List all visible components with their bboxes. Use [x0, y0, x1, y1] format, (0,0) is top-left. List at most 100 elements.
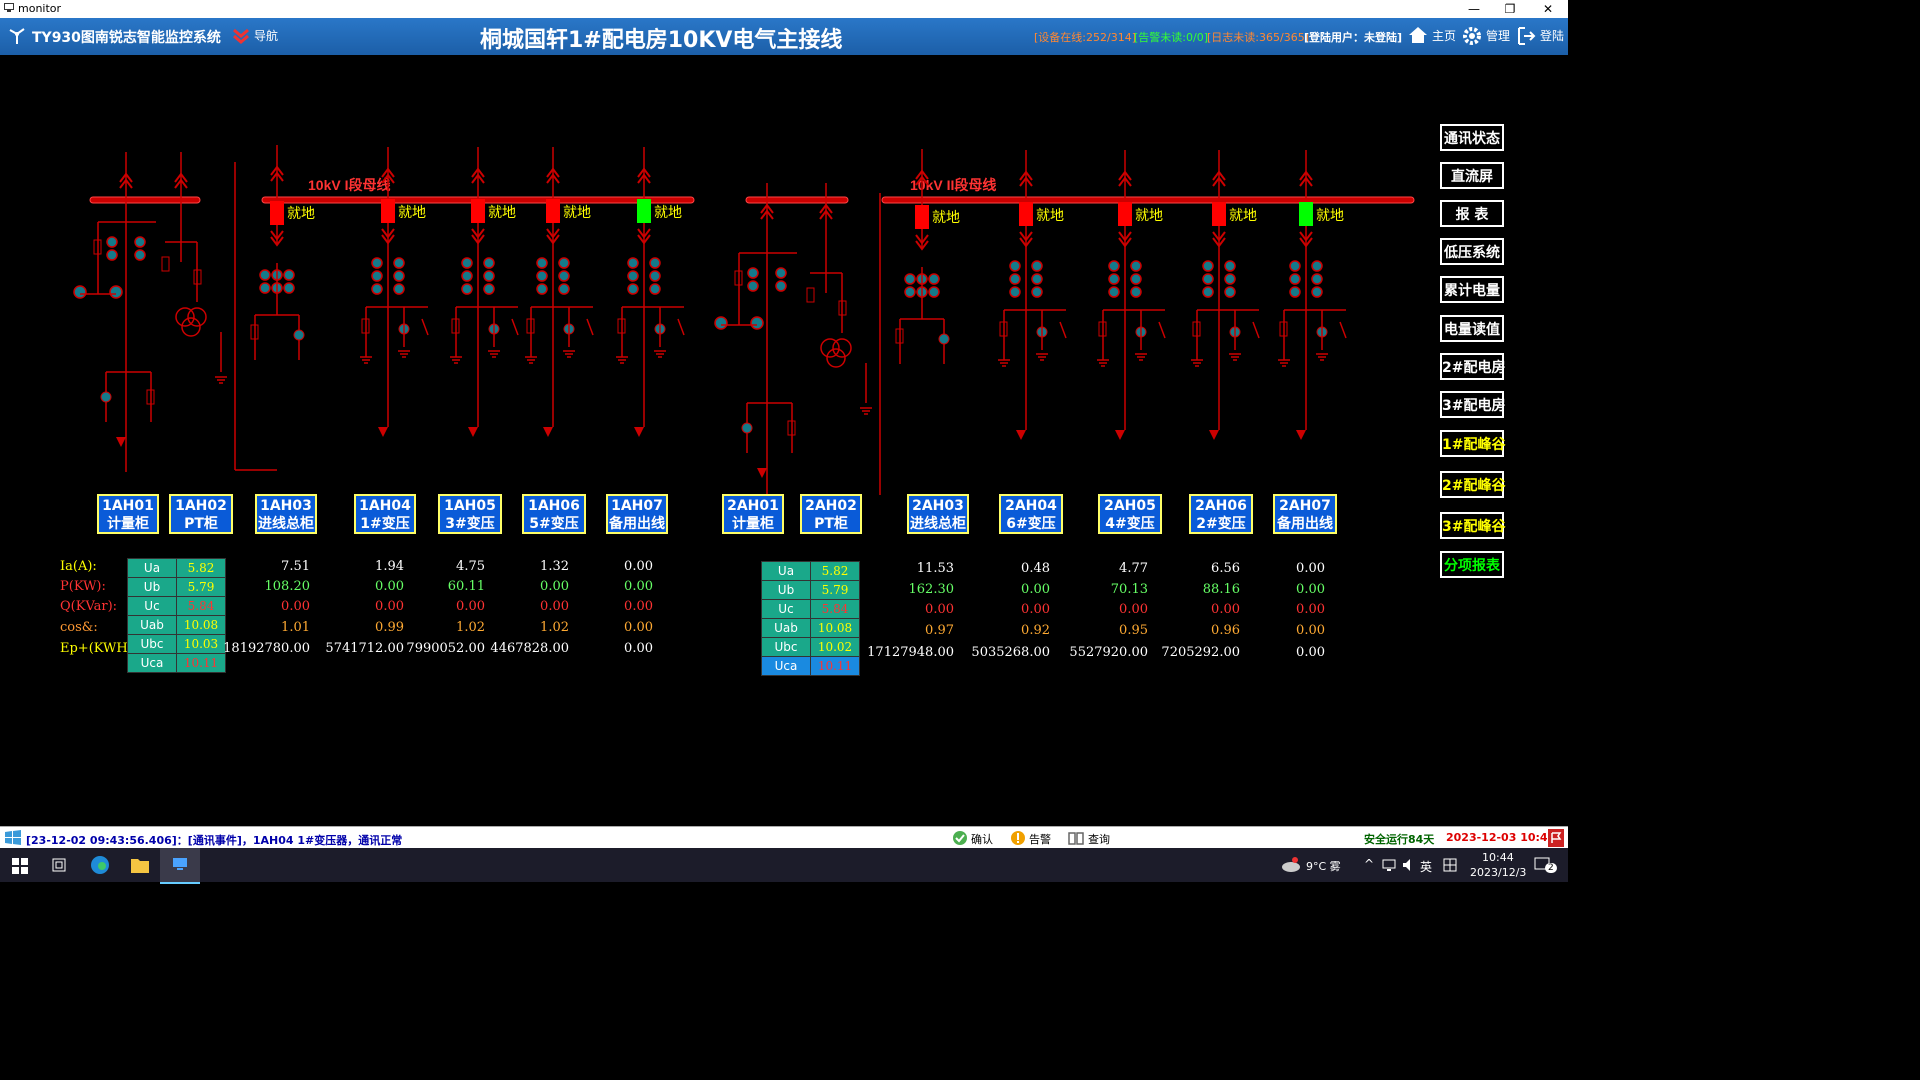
- sidebar-button-5[interactable]: 电量读值: [1440, 315, 1504, 342]
- query-button[interactable]: 查询: [1088, 831, 1110, 847]
- feeder-b1-1[interactable]: 就地: [449, 147, 519, 437]
- measure-p: 108.20: [264, 579, 311, 594]
- cabinet-code: 2AH02: [805, 498, 857, 514]
- feeder-b1-3[interactable]: 就地: [615, 147, 685, 437]
- incoming-feeder-1[interactable]: 就地: [250, 145, 315, 360]
- breaker-switch[interactable]: [1299, 202, 1313, 226]
- nav-chevron-icon[interactable]: [232, 28, 250, 44]
- devices-online-status[interactable]: [设备在线:252/314]: [1034, 29, 1136, 45]
- flag-icon[interactable]: [1548, 829, 1564, 847]
- volume-icon[interactable]: [1402, 858, 1416, 872]
- login-icon[interactable]: [1516, 26, 1536, 46]
- weather-text[interactable]: 9°C 雾: [1306, 858, 1341, 874]
- start-windows-icon[interactable]: [12, 858, 28, 874]
- home-button[interactable]: 主页: [1432, 27, 1456, 44]
- feeder-b2-3[interactable]: 就地: [1277, 150, 1347, 440]
- cabinet-7[interactable]: 2AH01 计量柜: [722, 494, 784, 534]
- minimize-button[interactable]: —: [1456, 0, 1492, 18]
- manage-button[interactable]: 管理: [1486, 27, 1510, 44]
- voltage-value: 10.11: [810, 656, 860, 676]
- ime-indicator[interactable]: 英: [1420, 858, 1432, 875]
- query-book-icon[interactable]: [1068, 830, 1084, 846]
- gear-icon[interactable]: [1462, 26, 1482, 46]
- sidebar-button-9[interactable]: 2#配峰谷: [1440, 471, 1505, 498]
- alarms-unread-status[interactable]: [告警未读:0/0]: [1134, 29, 1208, 45]
- cabinet-0[interactable]: 1AH01 计量柜: [97, 494, 159, 534]
- ime-grid-icon[interactable]: [1443, 858, 1457, 872]
- window-title: monitor: [18, 2, 62, 15]
- voltage-row: Uca 10.11: [127, 653, 226, 673]
- breaker-switch[interactable]: [1019, 202, 1033, 226]
- tray-chevron-icon[interactable]: ^: [1364, 857, 1374, 871]
- feeder-b2-1[interactable]: 就地: [1096, 150, 1166, 440]
- sidebar-button-10[interactable]: 3#配峰谷: [1440, 512, 1505, 539]
- task-view-icon[interactable]: [52, 858, 66, 872]
- measure-p: 0.00: [1021, 582, 1050, 597]
- monitor-app-taskbar-icon: [173, 858, 187, 870]
- breaker-switch[interactable]: [381, 199, 395, 223]
- cabinet-1[interactable]: 1AH02 PT柜: [169, 494, 233, 534]
- nav-button[interactable]: 导航: [254, 27, 278, 44]
- cabinet-5[interactable]: 1AH06 5#变压器: [522, 494, 586, 534]
- sidebar-button-6[interactable]: 2#配电房: [1440, 353, 1505, 380]
- home-icon[interactable]: [1408, 26, 1428, 44]
- cabinet-13[interactable]: 2AH07 备用出线: [1273, 494, 1337, 534]
- feeder-b2-2[interactable]: 就地: [1190, 150, 1260, 440]
- sidebar-button-8[interactable]: 1#配峰谷: [1440, 430, 1505, 457]
- sidebar-button-1[interactable]: 直流屏: [1440, 162, 1504, 189]
- cabinet-4[interactable]: 1AH05 3#变压器: [438, 494, 502, 534]
- voltage-row: Ub 5.79: [127, 577, 226, 597]
- edge-browser-icon[interactable]: [90, 855, 110, 875]
- breaker-switch[interactable]: [546, 199, 560, 223]
- measure-p: 0.00: [624, 579, 653, 594]
- measure-ep: 5035268.00: [971, 645, 1050, 660]
- sidebar-button-0[interactable]: 通讯状态: [1440, 124, 1504, 151]
- feeder-b2-0[interactable]: 就地: [997, 150, 1067, 440]
- cabinet-12[interactable]: 2AH06 2#变压器: [1189, 494, 1253, 534]
- weather-cloud-icon[interactable]: [1280, 856, 1302, 874]
- measure-ep: 0.00: [624, 641, 653, 656]
- voltage-value: 5.79: [810, 580, 860, 600]
- cabinet-9[interactable]: 2AH03 进线总柜: [907, 494, 969, 534]
- meter-pt-group-2[interactable]: [714, 183, 922, 495]
- alarm-icon[interactable]: [1010, 830, 1026, 846]
- breaker-switch[interactable]: [471, 199, 485, 223]
- voltage-table: Ua 5.82 Ub 5.79 Uc 5.84 Uab 10.08 Ubc 10.02 Uca 10.…: [761, 561, 860, 676]
- logs-unread-status[interactable]: [日志未读:365/365]: [1207, 29, 1309, 45]
- cabinet-code: 2AH06: [1195, 498, 1247, 514]
- maximize-button[interactable]: ❐: [1492, 0, 1528, 18]
- taskbar-time[interactable]: 10:44: [1482, 851, 1514, 864]
- breaker-switch[interactable]: [637, 199, 651, 223]
- sidebar-button-3[interactable]: 低压系统: [1440, 238, 1504, 265]
- feeder-b1-2[interactable]: 就地: [524, 147, 594, 437]
- breaker-switch[interactable]: [1118, 202, 1132, 226]
- sidebar-button-7[interactable]: 3#配电房: [1440, 391, 1505, 418]
- voltage-row: Uc 5.84: [761, 599, 860, 619]
- cabinet-6[interactable]: 1AH07 备用出线: [606, 494, 668, 534]
- cabinet-11[interactable]: 2AH05 4#变压器: [1098, 494, 1162, 534]
- cabinet-2[interactable]: 1AH03 进线总柜: [255, 494, 317, 534]
- monitor-taskbar-button[interactable]: [160, 848, 200, 884]
- login-button[interactable]: 登陆: [1540, 27, 1564, 44]
- cabinet-8[interactable]: 2AH02 PT柜: [800, 494, 862, 534]
- confirm-icon[interactable]: [952, 830, 968, 846]
- close-button[interactable]: ✕: [1530, 0, 1566, 18]
- wind-turbine-logo-icon: [9, 28, 25, 44]
- cabinet-name: 备用出线: [1277, 516, 1333, 532]
- alarm-button[interactable]: 告警: [1029, 831, 1051, 847]
- measure-cos: 1.01: [281, 620, 310, 635]
- sidebar-button-2[interactable]: 报 表: [1440, 200, 1504, 227]
- cabinet-code: 1AH01: [102, 498, 154, 514]
- taskbar-date[interactable]: 2023/12/3: [1470, 866, 1526, 879]
- confirm-button[interactable]: 确认: [971, 831, 993, 847]
- measure-p: 70.13: [1110, 582, 1148, 597]
- cabinet-3[interactable]: 1AH04 1#变压器: [354, 494, 416, 534]
- breaker-switch[interactable]: [1212, 202, 1226, 226]
- network-icon[interactable]: [1382, 858, 1396, 872]
- breaker-switch[interactable]: [915, 205, 929, 229]
- sidebar-button-11[interactable]: 分项报表: [1440, 551, 1504, 578]
- sidebar-button-4[interactable]: 累计电量: [1440, 276, 1504, 303]
- cabinet-10[interactable]: 2AH04 6#变压器: [999, 494, 1063, 534]
- breaker-switch[interactable]: [270, 201, 284, 225]
- file-explorer-icon[interactable]: [130, 856, 150, 874]
